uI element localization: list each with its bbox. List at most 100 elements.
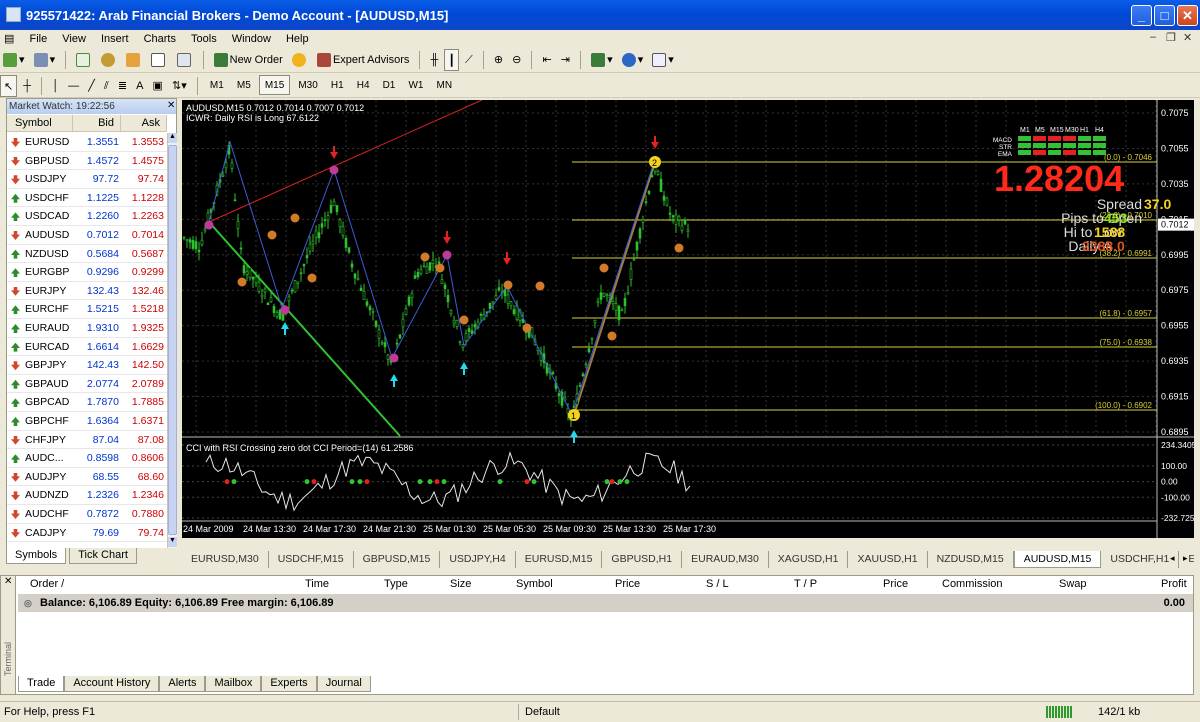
mdi-minimize-icon[interactable]: –	[1150, 31, 1156, 43]
maximize-button[interactable]: □	[1154, 5, 1175, 26]
tab-tick-chart[interactable]: Tick Chart	[69, 548, 137, 564]
market-watch-row[interactable]: USDCAD 1.2260 1.2263	[7, 207, 167, 226]
chart-tab[interactable]: USDCHF,M15	[269, 551, 354, 568]
timeframe-m30[interactable]: M30	[293, 76, 322, 96]
profiles-button[interactable]: ▾	[31, 49, 59, 71]
market-watch-row[interactable]: EURUSD 1.3551 1.3553	[7, 133, 167, 152]
market-watch-row[interactable]: CHFJPY 87.04 87.08	[7, 431, 167, 450]
timeframe-mn[interactable]: MN	[432, 76, 458, 96]
th-commission[interactable]: Commission	[942, 576, 1003, 593]
timeframe-m1[interactable]: M1	[205, 76, 229, 96]
vertical-line-tool[interactable]: │	[49, 75, 62, 97]
market-watch-row[interactable]: GBPCHF 1.6364 1.6371	[7, 412, 167, 431]
mdi-close-icon[interactable]: ✕	[1183, 31, 1192, 44]
auto-scroll-button[interactable]: ⇤	[539, 49, 554, 71]
th-size[interactable]: Size	[450, 576, 471, 593]
menu-insert[interactable]: Insert	[95, 31, 135, 45]
market-watch-row[interactable]: AUDC... 0.8598 0.8606	[7, 449, 167, 468]
zoom-out-button[interactable]: ⊖	[509, 49, 524, 71]
market-watch-row[interactable]: AUDJPY 68.55 68.60	[7, 468, 167, 487]
chart-shift-button[interactable]: ⇥	[558, 49, 573, 71]
templates-button[interactable]: ▾	[649, 49, 677, 71]
scroll-thumb[interactable]	[168, 145, 177, 535]
chart-tab[interactable]: EURUSD,M30	[182, 551, 269, 568]
chart-tab[interactable]: XAUUSD,H1	[848, 551, 928, 568]
market-watch-row[interactable]: GBPAUD 2.0774 2.0789	[7, 375, 167, 394]
menu-charts[interactable]: Charts	[138, 31, 182, 45]
market-watch-row[interactable]: EURCAD 1.6614 1.6629	[7, 338, 167, 357]
market-watch-row[interactable]: EURJPY 132.43 132.46	[7, 282, 167, 301]
th-swap[interactable]: Swap	[1059, 576, 1087, 593]
text-tool[interactable]: A	[133, 75, 146, 97]
chart-tab[interactable]: XAGUSD,H1	[769, 551, 849, 568]
timeframe-d1[interactable]: D1	[378, 76, 401, 96]
new-chart-button[interactable]: ▾	[0, 49, 28, 71]
chart-tab[interactable]: EURUSD,M15	[516, 551, 603, 568]
terminal-tab[interactable]: Experts	[261, 676, 317, 692]
fibonacci-tool[interactable]: ≣	[115, 75, 130, 97]
line-chart-button[interactable]: ⟋	[462, 49, 476, 71]
periods-button[interactable]: ▾	[619, 49, 647, 71]
timeframe-m5[interactable]: M5	[232, 76, 256, 96]
market-watch-row[interactable]: GBPUSD 1.4572 1.4575	[7, 152, 167, 171]
channel-tool[interactable]: ⫽	[101, 75, 112, 97]
th-symbol[interactable]: Symbol	[516, 576, 553, 593]
market-watch-row[interactable]: NZDUSD 0.5684 0.5687	[7, 245, 167, 264]
minimize-button[interactable]: _	[1131, 5, 1152, 26]
market-watch-close-icon[interactable]: ✕	[167, 100, 175, 111]
th-time[interactable]: Time	[305, 576, 329, 593]
chart-window[interactable]: (0.0) - 0.7046 (23.6) - 0.7010 (38.2) - 0.…	[182, 99, 1197, 538]
th-price[interactable]: Price	[615, 576, 640, 593]
timeframe-m15[interactable]: M15	[258, 75, 291, 95]
terminal-tab[interactable]: Mailbox	[205, 676, 262, 692]
cursor-tool[interactable]: ↖	[0, 75, 18, 97]
expert-advisors-button[interactable]: Expert Advisors	[314, 49, 412, 71]
market-watch-row[interactable]: USDCHF 1.1225 1.1228	[7, 189, 167, 208]
th-price2[interactable]: Price	[883, 576, 908, 593]
market-watch-row[interactable]: EURGBP 0.9296 0.9299	[7, 263, 167, 282]
trendline-tool[interactable]: ╱	[85, 75, 98, 97]
chart-tab[interactable]: GBPUSD,M15	[354, 551, 441, 568]
new-order-button[interactable]: New Order	[211, 49, 286, 71]
scroll-up-icon[interactable]: ▲	[168, 133, 177, 143]
market-watch-row[interactable]: AUDCHF 0.7872 0.7880	[7, 505, 167, 524]
menu-view[interactable]: View	[56, 31, 92, 45]
th-sl[interactable]: S / L	[706, 576, 729, 593]
candlestick-button[interactable]: ┃	[444, 49, 459, 71]
bar-chart-button[interactable]: ╫	[427, 49, 441, 71]
chart-tab[interactable]: AUDUSD,M15	[1013, 551, 1102, 568]
market-watch-scrollbar[interactable]: ▲ ▼	[167, 133, 177, 548]
chart-tab[interactable]: USDCHF,H1	[1101, 551, 1180, 568]
menu-window[interactable]: Window	[226, 31, 277, 45]
market-watch-row[interactable]: CADJPY 79.69 79.74	[7, 524, 167, 543]
alert-button[interactable]	[289, 49, 311, 71]
crosshair-tool[interactable]: ┼	[20, 75, 34, 97]
menu-file[interactable]: File	[23, 31, 53, 45]
th-type[interactable]: Type	[384, 576, 408, 593]
chart-tab[interactable]: NZDUSD,M15	[928, 551, 1014, 568]
chart-tab[interactable]: GBPUSD,H1	[602, 551, 683, 568]
scroll-down-icon[interactable]: ▼	[168, 537, 177, 547]
label-tool[interactable]: ▣	[150, 75, 166, 97]
zoom-in-button[interactable]: ⊕	[491, 49, 506, 71]
th-tp[interactable]: T / P	[794, 576, 817, 593]
market-watch-row[interactable]: USDJPY 97.72 97.74	[7, 170, 167, 189]
chart-tabs-left-icon[interactable]: ◂	[1170, 553, 1175, 564]
balance-row[interactable]: ◎ Balance: 6,106.89 Equity: 6,106.89 Fre…	[18, 594, 1193, 612]
arrows-tool[interactable]: ⇅▾	[169, 75, 190, 97]
market-watch-row[interactable]: AUDNZD 1.2326 1.2346	[7, 486, 167, 505]
column-header-symbol[interactable]: Symbol	[7, 115, 73, 132]
terminal-tab[interactable]: Account History	[64, 676, 160, 692]
column-header-ask[interactable]: Ask	[121, 115, 167, 132]
menu-help[interactable]: Help	[280, 31, 315, 45]
timeframe-w1[interactable]: W1	[403, 76, 428, 96]
th-order[interactable]: Order /	[30, 576, 64, 593]
market-watch-row[interactable]: GBPJPY 142.43 142.50	[7, 356, 167, 375]
th-profit[interactable]: Profit	[1161, 576, 1187, 593]
market-watch-row[interactable]: GBPCAD 1.7870 1.7885	[7, 393, 167, 412]
terminal-toggle[interactable]	[148, 49, 170, 71]
close-button[interactable]: ✕	[1177, 5, 1198, 26]
tab-symbols[interactable]: Symbols	[6, 548, 67, 564]
app-menu-icon[interactable]: ▤	[0, 30, 20, 45]
mdi-restore-icon[interactable]: ❐	[1166, 31, 1176, 44]
